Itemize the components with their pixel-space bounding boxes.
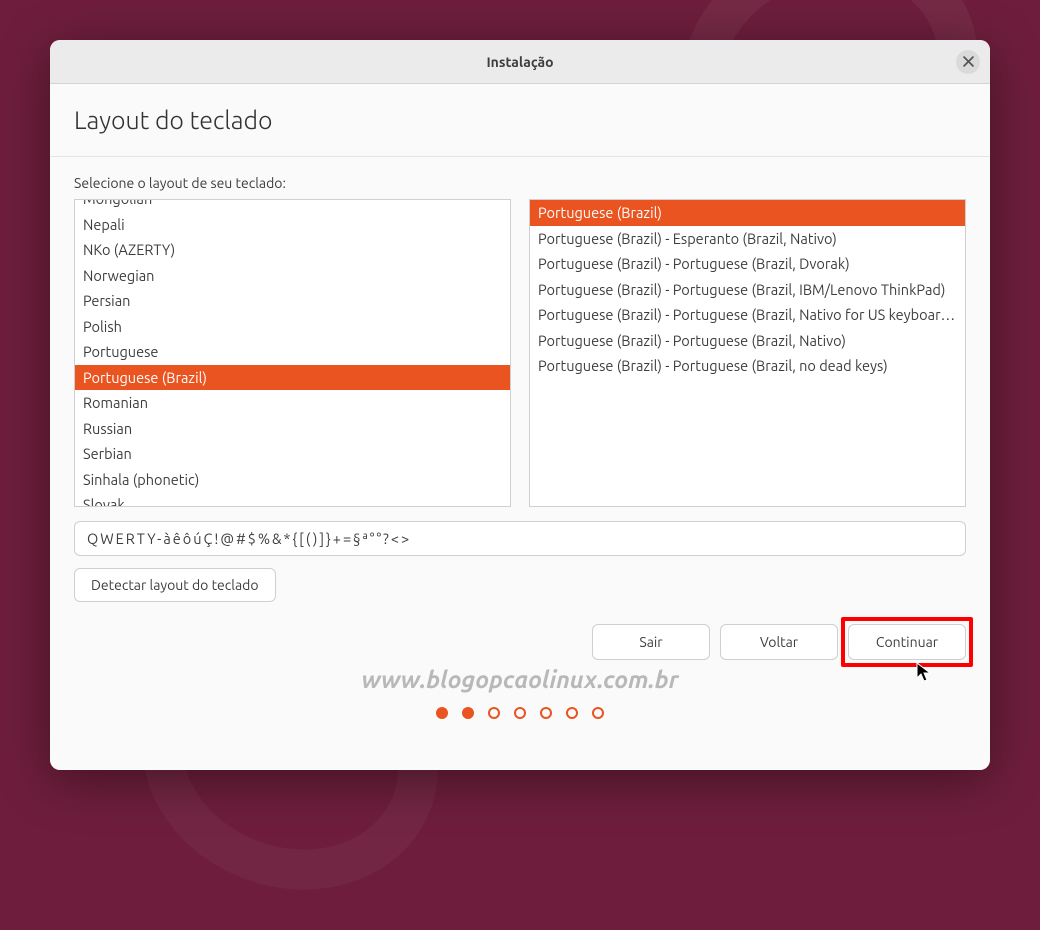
window-title: Instalação (486, 54, 553, 70)
close-button[interactable] (956, 50, 980, 74)
quit-button[interactable]: Sair (592, 624, 710, 660)
back-button[interactable]: Voltar (720, 624, 838, 660)
progress-dot (488, 707, 500, 719)
list-item[interactable]: Portuguese (Brazil) (530, 200, 965, 226)
language-listbox[interactable]: MongolianNepaliNKo (AZERTY)NorwegianPers… (74, 199, 511, 507)
progress-dot (592, 707, 604, 719)
progress-dots (74, 707, 966, 719)
titlebar: Instalação (50, 40, 990, 84)
list-item[interactable]: Portuguese (Brazil) - Portuguese (Brazil… (530, 302, 965, 328)
list-item[interactable]: Portuguese (Brazil) - Portuguese (Brazil… (530, 277, 965, 303)
page-title: Layout do teclado (74, 106, 966, 134)
footer-buttons: Sair Voltar Continuar (74, 624, 966, 660)
list-item[interactable]: Mongolian (75, 199, 510, 212)
list-item[interactable]: Polish (75, 314, 510, 340)
list-item[interactable]: Norwegian (75, 263, 510, 289)
content-area: Layout do teclado Selecione o layout de … (50, 84, 990, 770)
divider (50, 156, 990, 157)
variant-listbox[interactable]: Portuguese (Brazil)Portuguese (Brazil) -… (529, 199, 966, 507)
progress-dot (566, 707, 578, 719)
list-item[interactable]: Portuguese (Brazil) - Esperanto (Brazil,… (530, 226, 965, 252)
installer-window: Instalação Layout do teclado Selecione o… (50, 40, 990, 770)
list-item[interactable]: Nepali (75, 212, 510, 238)
list-item[interactable]: Portuguese (Brazil) - Portuguese (Brazil… (530, 353, 965, 379)
list-item[interactable]: Slovak (75, 492, 510, 507)
progress-dot (436, 707, 448, 719)
list-item[interactable]: Portuguese (Brazil) (75, 365, 510, 391)
instruction-label: Selecione o layout de seu teclado: (74, 175, 966, 191)
list-item[interactable]: Serbian (75, 441, 510, 467)
list-item[interactable]: Persian (75, 288, 510, 314)
close-icon (963, 56, 974, 67)
progress-dot (462, 707, 474, 719)
list-item[interactable]: Portuguese (75, 339, 510, 365)
progress-dot (514, 707, 526, 719)
list-item[interactable]: Russian (75, 416, 510, 442)
progress-dot (540, 707, 552, 719)
keyboard-test-input[interactable] (74, 521, 966, 556)
layout-lists: MongolianNepaliNKo (AZERTY)NorwegianPers… (74, 199, 966, 507)
list-item[interactable]: Portuguese (Brazil) - Portuguese (Brazil… (530, 328, 965, 354)
list-item[interactable]: Romanian (75, 390, 510, 416)
watermark-text: www.blogopcaolinux.com.br (74, 666, 966, 693)
list-item[interactable]: Sinhala (phonetic) (75, 467, 510, 493)
continue-button[interactable]: Continuar (848, 624, 966, 660)
detect-layout-button[interactable]: Detectar layout do teclado (74, 568, 276, 602)
list-item[interactable]: NKo (AZERTY) (75, 237, 510, 263)
list-item[interactable]: Portuguese (Brazil) - Portuguese (Brazil… (530, 251, 965, 277)
